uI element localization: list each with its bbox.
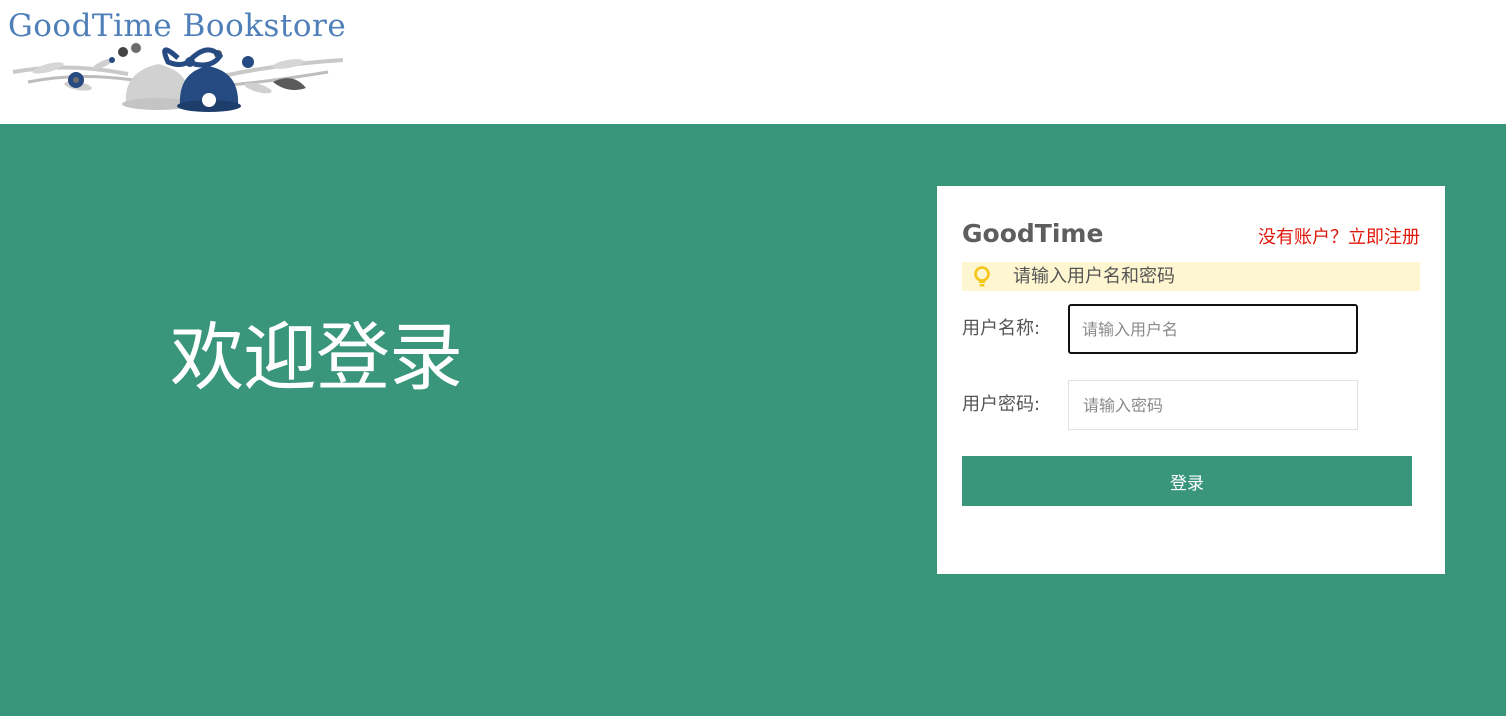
site-logo[interactable]: GoodTime Bookstore: [8, 6, 380, 112]
password-label: 用户密码:: [962, 394, 1041, 415]
password-input[interactable]: [1068, 380, 1358, 430]
hero-section: 欢迎登录 GoodTime 没有账户？立即注册 请输入用户名和密码 用户名称: …: [0, 124, 1506, 716]
login-brand: GoodTime: [962, 219, 1104, 248]
bells-icon: [12, 43, 344, 112]
register-link[interactable]: 没有账户？立即注册: [1258, 226, 1420, 250]
username-input[interactable]: [1068, 304, 1358, 354]
tip-banner: 请输入用户名和密码: [962, 262, 1420, 291]
login-button[interactable]: 登录: [962, 456, 1412, 506]
lightbulb-icon: [974, 266, 990, 287]
site-header: GoodTime Bookstore: [0, 0, 1506, 124]
tip-text: 请输入用户名和密码: [1013, 266, 1175, 287]
welcome-heading: 欢迎登录: [170, 315, 463, 401]
login-panel: GoodTime 没有账户？立即注册 请输入用户名和密码 用户名称: 用户密码:…: [937, 186, 1445, 574]
username-label: 用户名称:: [962, 318, 1041, 339]
logo-text: GoodTime Bookstore: [8, 8, 347, 44]
